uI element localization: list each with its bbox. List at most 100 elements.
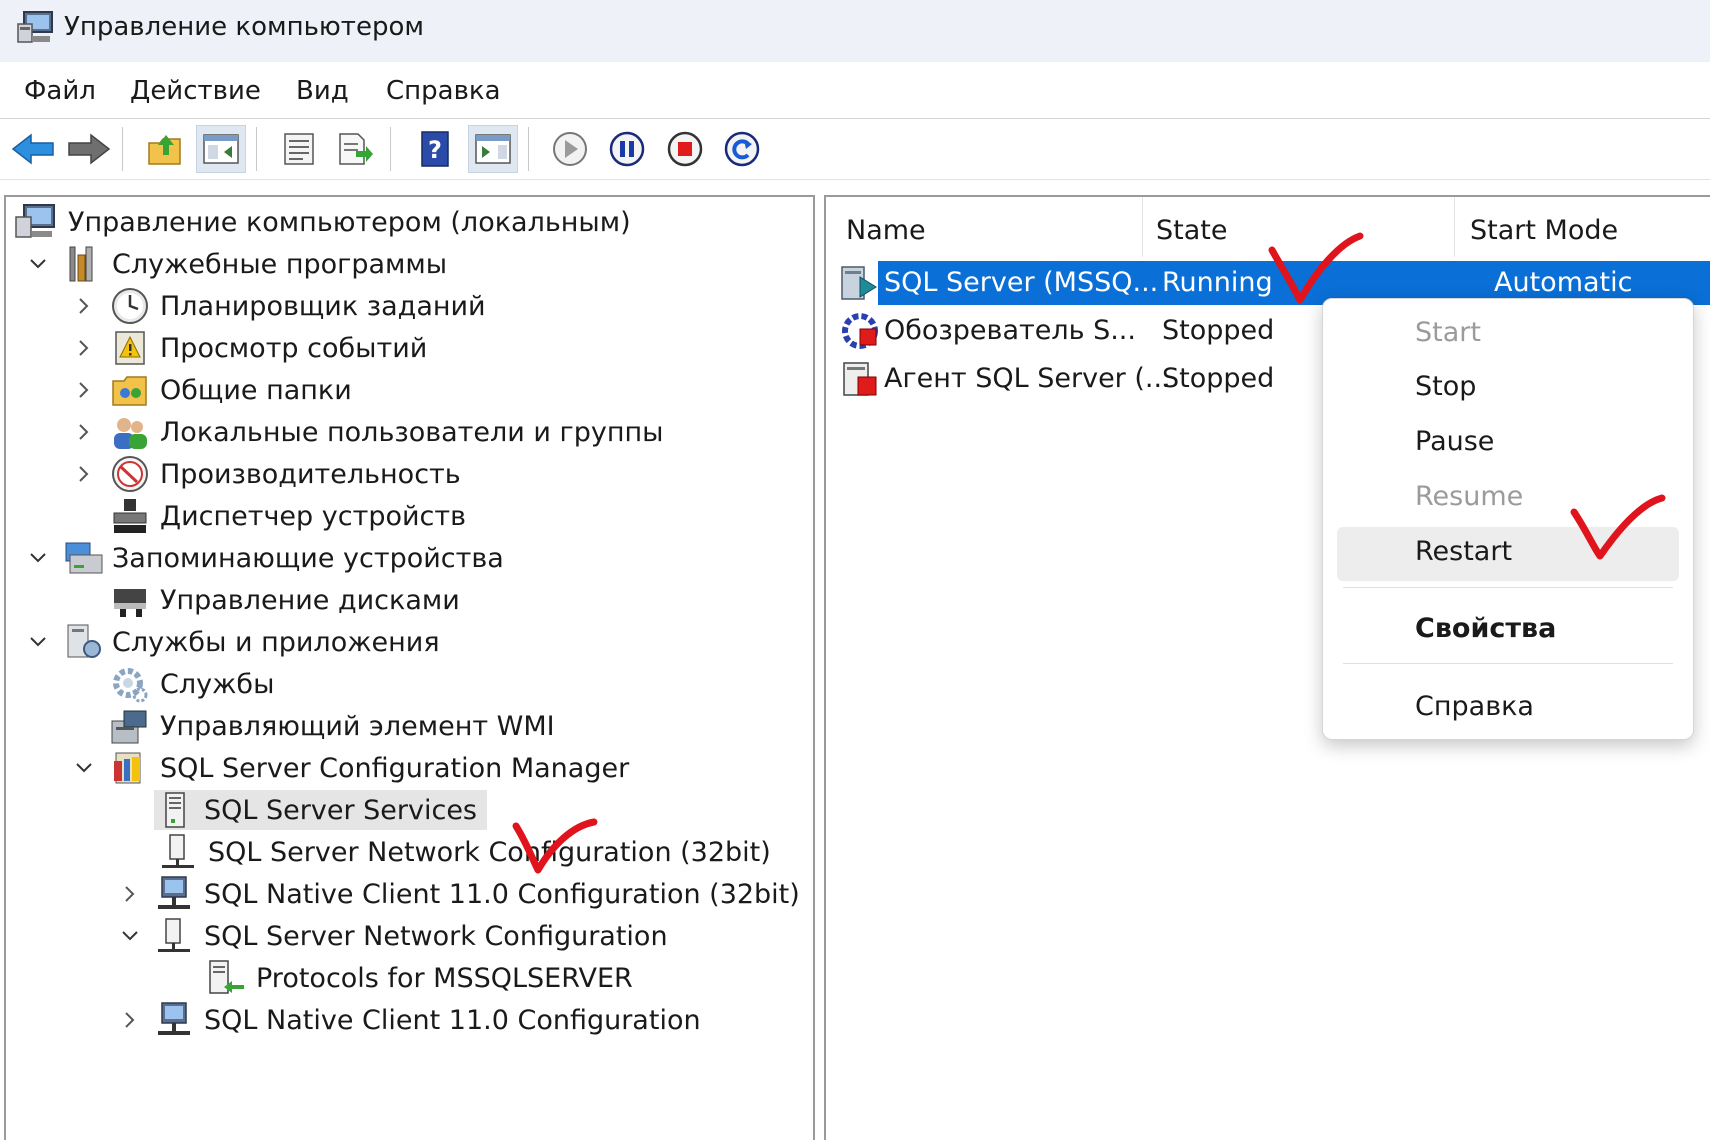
console-tree: Управление компьютером (локальным) Служе… (10, 201, 810, 1041)
tree-label: Служебные программы (112, 248, 448, 280)
sql-config-manager-icon (114, 752, 141, 784)
menu-action[interactable]: Действие (130, 76, 261, 106)
action-pane-button[interactable] (468, 125, 518, 173)
tree-label: Службы и приложения (112, 626, 440, 658)
tree-item-storage[interactable]: Запоминающие устройства (10, 537, 810, 579)
tree-item-event-viewer[interactable]: Просмотр событий (10, 327, 810, 369)
export-list-button[interactable] (330, 125, 380, 173)
pause-service-button[interactable] (602, 125, 652, 173)
tree-item-services-apps[interactable]: Службы и приложения (10, 621, 810, 663)
tree-label: Управляющий элемент WMI (160, 710, 555, 742)
tree-item-task-scheduler[interactable]: Планировщик заданий (10, 285, 810, 327)
chevron-right-icon[interactable] (72, 420, 96, 444)
tree-label: Запоминающие устройства (112, 542, 504, 574)
tree-item-local-users[interactable]: Локальные пользователи и группы (10, 411, 810, 453)
chevron-down-icon[interactable] (26, 546, 50, 570)
context-menu-help[interactable]: Справка (1415, 691, 1534, 722)
up-folder-icon (148, 135, 181, 165)
chevron-right-icon[interactable] (118, 882, 142, 906)
tree-item-sql-network-config-32[interactable]: SQL Server Network Configuration (32bit) (10, 831, 810, 873)
tree-item-system-tools[interactable]: Служебные программы (10, 243, 810, 285)
tree-item-wmi[interactable]: Управляющий элемент WMI (10, 705, 810, 747)
context-menu-stop[interactable]: Stop (1415, 371, 1476, 402)
tree-item-native-client-32[interactable]: SQL Native Client 11.0 Configuration (32… (10, 873, 810, 915)
chevron-right-icon[interactable] (118, 1008, 142, 1032)
clock-icon (112, 288, 148, 324)
gear-icon (113, 668, 148, 703)
chevron-right-icon[interactable] (72, 336, 96, 360)
tree-item-device-manager[interactable]: Диспетчер устройств (10, 495, 810, 537)
computer-management-icon (15, 204, 55, 238)
tree-item-root[interactable]: Управление компьютером (локальным) (10, 201, 810, 243)
tree-label: Управление дисками (160, 584, 460, 616)
toolbar: ? (0, 119, 1710, 180)
computer-management-icon (17, 11, 53, 43)
chevron-down-icon[interactable] (118, 924, 142, 948)
chevron-right-icon[interactable] (72, 462, 96, 486)
tree-label: Планировщик заданий (160, 290, 486, 322)
column-header-name[interactable]: Name (846, 215, 926, 246)
stop-service-icon (667, 131, 703, 167)
tree-item-performance[interactable]: Производительность (10, 453, 810, 495)
performance-icon (112, 456, 148, 492)
menu-view[interactable]: Вид (296, 76, 349, 106)
tree-item-protocols[interactable]: Protocols for MSSQLSERVER (10, 957, 810, 999)
chevron-right-icon[interactable] (72, 294, 96, 318)
tree-item-services[interactable]: Службы (10, 663, 810, 705)
context-menu-restart[interactable]: Restart (1415, 536, 1512, 567)
service-state: Running (1162, 267, 1273, 298)
service-stopped-icon (843, 362, 877, 396)
up-level-button[interactable] (140, 125, 190, 173)
shared-folder-icon (112, 376, 147, 406)
service-state: Stopped (1162, 315, 1275, 346)
service-name: SQL Server (MSSQ... (884, 267, 1159, 298)
back-button[interactable] (8, 125, 58, 173)
event-viewer-icon (115, 331, 145, 365)
help-icon: ? (421, 131, 449, 167)
show-hide-tree-button[interactable] (196, 125, 246, 173)
network-config-icon (158, 918, 190, 952)
service-name: Обозреватель S... (884, 315, 1136, 346)
help-button[interactable]: ? (410, 125, 460, 173)
context-menu-start: Start (1415, 317, 1481, 348)
action-pane-icon (475, 134, 511, 164)
services-apps-icon (67, 624, 101, 658)
chevron-down-icon[interactable] (26, 630, 50, 654)
start-service-button[interactable] (545, 125, 595, 173)
start-service-icon (553, 132, 587, 166)
forward-arrow-icon (68, 133, 111, 165)
protocols-icon (209, 960, 244, 994)
context-menu-pause[interactable]: Pause (1415, 426, 1494, 457)
tree-item-sql-services[interactable]: SQL Server Services (10, 789, 810, 831)
restart-service-button[interactable] (717, 125, 767, 173)
tree-item-sql-config-manager[interactable]: SQL Server Configuration Manager (10, 747, 810, 789)
tree-label: SQL Server Services (204, 794, 477, 826)
column-header-state[interactable]: State (1156, 215, 1227, 246)
tree-label: SQL Native Client 11.0 Configuration (32… (204, 878, 800, 910)
tree-item-shared-folders[interactable]: Общие папки (10, 369, 810, 411)
service-start-mode: Automatic (1494, 267, 1633, 298)
menu-file[interactable]: Файл (24, 76, 96, 106)
service-stopped-icon (842, 313, 878, 349)
tree-label: Управление компьютером (локальным) (68, 206, 631, 238)
stop-service-button[interactable] (660, 125, 710, 173)
server-icon (165, 792, 185, 828)
restart-service-icon (724, 131, 760, 167)
menu-help[interactable]: Справка (386, 76, 501, 106)
properties-button[interactable] (274, 125, 324, 173)
storage-icon (65, 542, 103, 574)
chevron-down-icon[interactable] (72, 756, 96, 780)
tree-label: Локальные пользователи и группы (160, 416, 664, 448)
tree-item-disk-management[interactable]: Управление дисками (10, 579, 810, 621)
chevron-down-icon[interactable] (26, 252, 50, 276)
column-header-start-mode[interactable]: Start Mode (1470, 215, 1618, 246)
chevron-right-icon[interactable] (72, 378, 96, 402)
tree-item-sql-network-config[interactable]: SQL Server Network Configuration (10, 915, 810, 957)
tools-icon (69, 246, 93, 282)
title-bar: Управление компьютером (0, 0, 1710, 62)
context-menu-properties[interactable]: Свойства (1415, 613, 1556, 644)
tree-item-native-client[interactable]: SQL Native Client 11.0 Configuration (10, 999, 810, 1041)
context-menu-resume: Resume (1415, 481, 1524, 512)
service-state: Stopped (1162, 363, 1275, 394)
forward-button[interactable] (64, 125, 114, 173)
